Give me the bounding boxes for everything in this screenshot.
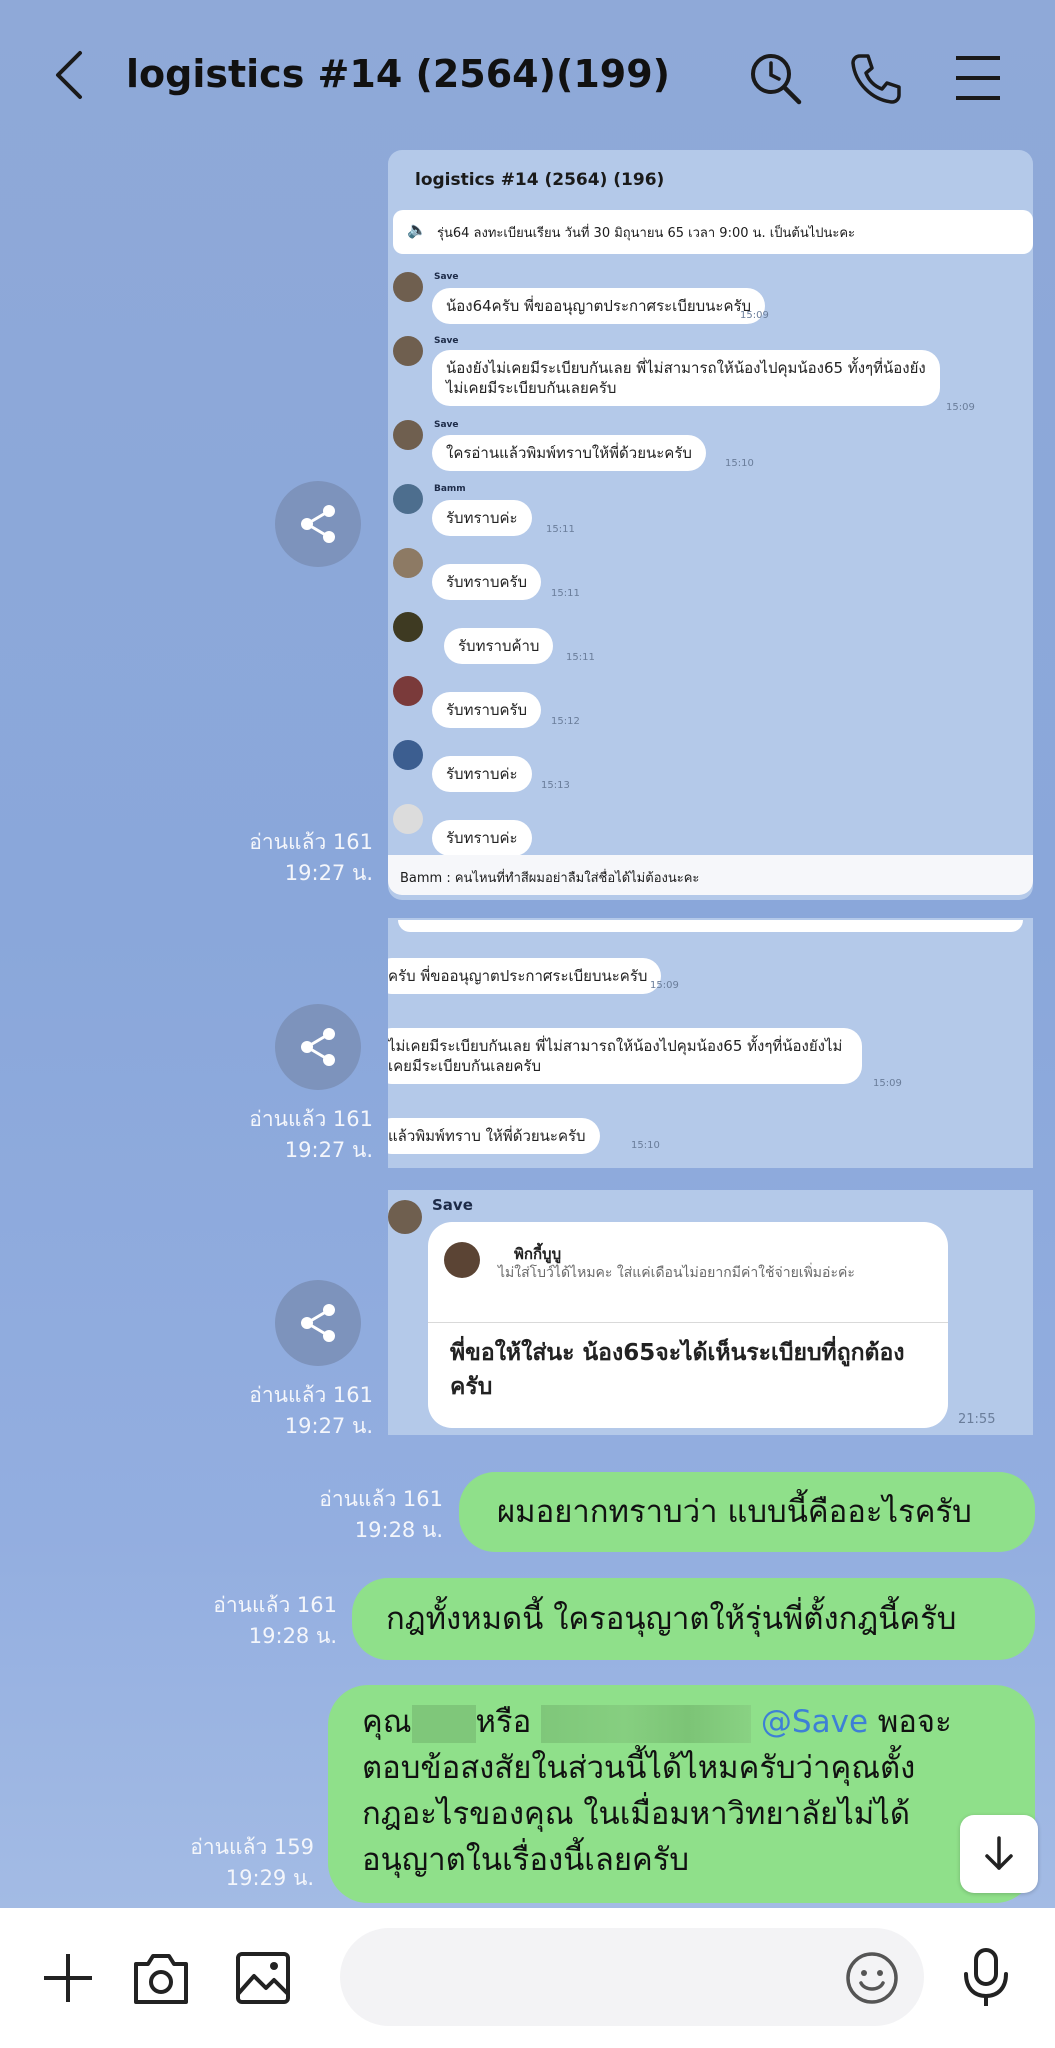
shared-image[interactable]: ครับ พี่ขออนุญาตประกาศระเบียบนะครับ 15:0… <box>388 918 1033 1168</box>
mention[interactable]: @Save <box>761 1704 868 1740</box>
camera-icon[interactable] <box>130 1948 192 2008</box>
outgoing-message[interactable]: กฎทั้งหมดนี้ ใครอนุญาตให้รุ่นพี่ตั้งกฎนี… <box>352 1578 1035 1660</box>
image-icon[interactable] <box>232 1948 294 2008</box>
image-footer-banner: Bamm : คนไหนที่ทำสีผมอย่าลืมใส่ชื่อได้ไม… <box>388 855 1033 895</box>
chat-header: logistics #14 (2564)(199) <box>0 0 1055 150</box>
image-message: รับทราบครับ <box>432 564 542 600</box>
read-receipt: อ่านแล้ว 161 19:27 น. <box>249 1107 373 1162</box>
outgoing-message[interactable]: คุณ หรือ @Save พอจะ ตอบข้อสงสัยในส่วนนี้ไ… <box>328 1685 1035 1903</box>
image-message: ใครอ่านแล้วพิมพ์ทราบให้พี่ด้วยนะครับ <box>432 435 706 471</box>
image-message: รับทราบค้าบ <box>444 628 554 664</box>
scroll-down-icon <box>985 1836 1013 1870</box>
avatar <box>393 804 423 834</box>
avatar <box>388 1200 422 1234</box>
search-history-icon[interactable] <box>745 48 805 108</box>
read-receipt: อ่านแล้ว 161 19:27 น. <box>249 1383 373 1438</box>
menu-icon[interactable] <box>948 48 1008 108</box>
avatar <box>393 548 423 578</box>
image-message: รับทราบครับ <box>432 692 542 728</box>
message-composer <box>0 1908 1055 2048</box>
avatar <box>393 336 423 366</box>
scroll-down-button[interactable] <box>960 1815 1038 1893</box>
image-message: รับทราบค่ะ <box>432 756 532 792</box>
image-message: น้องยังไม่เคยมีระเบียบกันเลย พี่ไม่สามาร… <box>432 350 940 406</box>
image-message: ไม่เคยมีระเบียบกันเลย พี่ไม่สามารถให้น้อ… <box>388 1028 862 1084</box>
emoji-icon[interactable] <box>844 1950 900 2006</box>
image-message: รับทราบค่ะ <box>432 820 532 856</box>
avatar <box>393 484 423 514</box>
avatar <box>393 272 423 302</box>
share-button[interactable] <box>275 1004 361 1090</box>
image-message: รับทราบค่ะ <box>432 500 532 536</box>
image-announcement: 🔈 รุ่น64 ลงทะเบียนเรียน วันที่ 30 มิถุนา… <box>393 210 1033 254</box>
redacted-block <box>411 1704 476 1743</box>
redacted-block <box>541 1704 752 1743</box>
avatar <box>393 612 423 642</box>
shared-image[interactable]: logistics #14 (2564) (196) 🔈 รุ่น64 ลงทะ… <box>388 150 1033 900</box>
phone-icon[interactable] <box>846 48 906 108</box>
avatar <box>393 420 423 450</box>
avatar <box>393 740 423 770</box>
image-message: แล้วพิมพ์ทราบ ให้พี่ด้วยนะครับ <box>388 1118 600 1154</box>
back-arrow-icon[interactable] <box>40 45 100 105</box>
shared-image[interactable]: Save พิกกี้บูบู ไม่ใส่โบว์ได้ไหมคะ ใส่แค… <box>388 1190 1033 1435</box>
microphone-icon[interactable] <box>956 1946 1016 2010</box>
share-icon <box>301 1028 335 1066</box>
read-receipt: อ่านแล้ว 161 19:28 น. <box>319 1487 443 1542</box>
outgoing-message[interactable]: ผมอยากทราบว่า แบบนี้คืออะไรครับ <box>459 1472 1035 1552</box>
avatar <box>444 1242 480 1278</box>
share-button[interactable] <box>275 1280 361 1366</box>
message-input[interactable] <box>340 1928 924 2026</box>
read-receipt: อ่านแล้ว 161 19:27 น. <box>249 830 373 885</box>
chat-title: logistics #14 (2564)(199) <box>126 52 671 96</box>
share-icon <box>301 505 335 543</box>
share-icon <box>301 1304 335 1342</box>
image-message: ครับ พี่ขออนุญาตประกาศระเบียบนะครับ <box>388 958 662 994</box>
image-reply-bubble: พิกกี้บูบู ไม่ใส่โบว์ได้ไหมคะ ใส่แค่เดือ… <box>428 1222 948 1428</box>
avatar <box>393 676 423 706</box>
plus-icon[interactable] <box>40 1950 96 2006</box>
share-button[interactable] <box>275 481 361 567</box>
image-message: น้อง64ครับ พี่ขออนุญาตประกาศระเบียบนะครั… <box>432 288 766 324</box>
read-receipt: อ่านแล้ว 161 19:28 น. <box>213 1593 337 1648</box>
image-group-title: logistics #14 (2564) (196) <box>415 170 665 190</box>
read-receipt: อ่านแล้ว 159 19:29 น. <box>190 1835 314 1890</box>
